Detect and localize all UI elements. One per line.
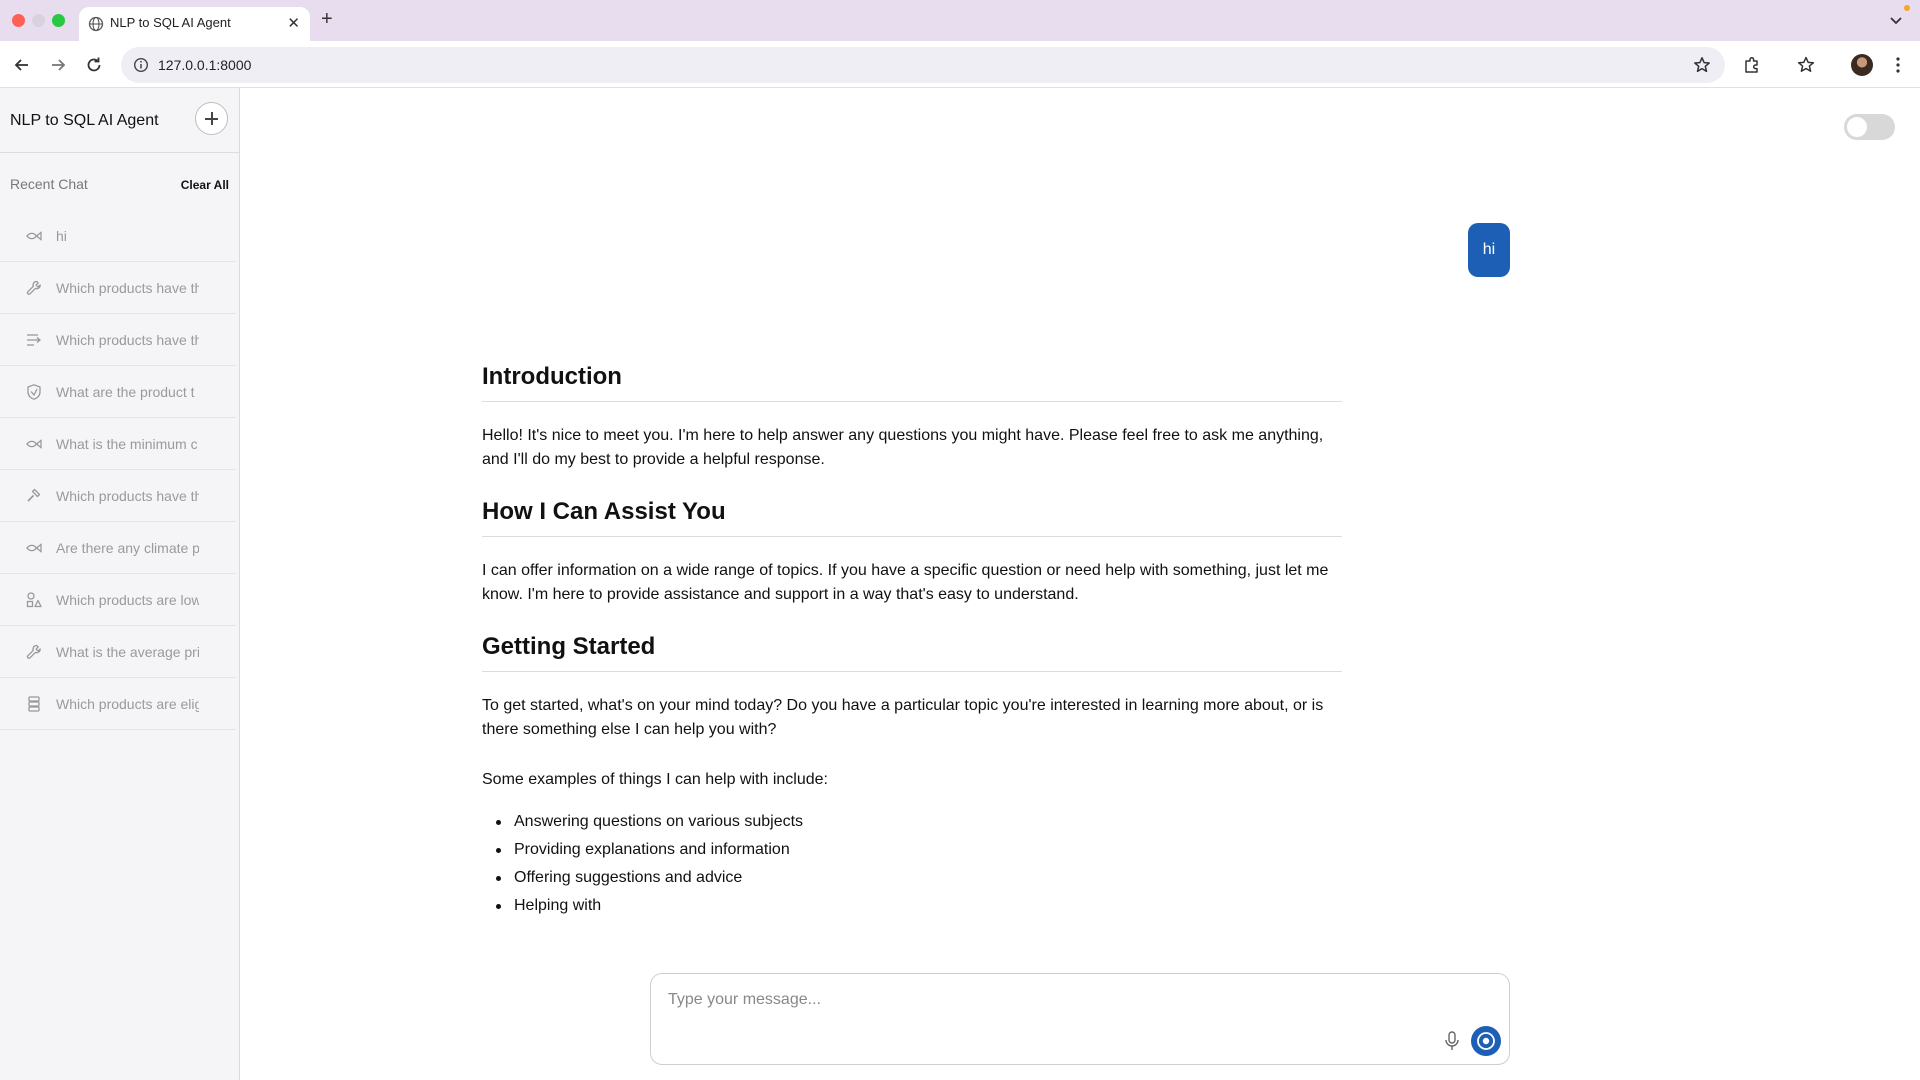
recent-chat-list: hi Which products have th Which products… <box>0 210 236 730</box>
sidebar: NLP to SQL AI Agent Recent Chat Clear Al… <box>0 88 240 1080</box>
theme-toggle[interactable] <box>1844 114 1895 140</box>
recent-chat-item[interactable]: Which products are low <box>0 574 236 626</box>
send-target-icon <box>1477 1032 1495 1050</box>
microphone-icon[interactable] <box>1442 1030 1462 1052</box>
list-item: Helping with <box>496 892 1342 920</box>
recent-chat-item[interactable]: Which products have th <box>0 470 236 522</box>
chat-item-label: Which products are elig <box>56 696 199 712</box>
back-arrow-icon[interactable] <box>12 55 32 75</box>
address-toolbar: 127.0.0.1:8000 <box>0 41 1920 88</box>
fish-icon <box>26 543 42 553</box>
hammer-icon <box>27 488 41 502</box>
globe-icon <box>88 16 104 32</box>
address-bar[interactable]: 127.0.0.1:8000 <box>121 47 1725 83</box>
assist-heading: How I Can Assist You <box>482 498 1342 537</box>
wrench-icon <box>26 280 41 295</box>
examples-intro: Some examples of things I can help with … <box>482 771 828 788</box>
shield-icon <box>27 384 41 400</box>
recent-chat-item[interactable]: Which products have th <box>0 262 236 314</box>
recent-chat-item[interactable]: hi <box>0 210 236 262</box>
new-chat-button[interactable] <box>195 102 228 135</box>
chat-item-label: What is the minimum c <box>56 436 198 452</box>
tab-title: NLP to SQL AI Agent <box>110 15 231 30</box>
recent-chat-item[interactable]: What are the product t <box>0 366 236 418</box>
profile-avatar[interactable] <box>1851 54 1873 76</box>
fish-icon <box>26 439 42 449</box>
send-button[interactable] <box>1471 1026 1501 1056</box>
chat-item-label: Which products are low <box>56 592 199 608</box>
wrench-icon <box>26 644 41 659</box>
shapes-icon <box>26 592 42 608</box>
user-message-bubble: hi <box>1468 223 1510 277</box>
extensions-icon[interactable] <box>1742 55 1762 75</box>
new-tab-button[interactable]: + <box>321 8 333 31</box>
recent-chat-item[interactable]: What is the minimum c <box>0 418 236 470</box>
bookmarks-icon[interactable] <box>1796 55 1816 75</box>
list-item: Answering questions on various subjects <box>496 808 1342 836</box>
app-title: NLP to SQL AI Agent <box>10 112 159 129</box>
fish-icon <box>26 231 42 241</box>
examples-list: Answering questions on various subjects … <box>496 808 1342 920</box>
chat-item-label: What are the product t <box>56 384 195 400</box>
recent-chat-item[interactable]: Are there any climate p <box>0 522 236 574</box>
recent-chat-item[interactable]: What is the average pri <box>0 626 236 678</box>
list-item: Offering suggestions and advice <box>496 864 1342 892</box>
message-composer <box>650 973 1510 1065</box>
url-text: 127.0.0.1:8000 <box>158 57 252 73</box>
clear-all-button[interactable]: Clear All <box>181 178 229 192</box>
recent-chat-header: Recent Chat Clear All <box>0 176 240 196</box>
start-text: To get started, what's on your mind toda… <box>482 697 1324 738</box>
notification-dot <box>1904 5 1910 11</box>
close-tab-icon[interactable]: ✕ <box>287 14 300 32</box>
chat-item-label: Which products have th <box>56 488 199 504</box>
sidebar-header: NLP to SQL AI Agent <box>0 88 240 153</box>
reload-icon[interactable] <box>84 55 104 75</box>
chat-item-label: Which products have th <box>56 332 199 348</box>
bookmark-star-icon[interactable] <box>1693 56 1711 74</box>
browser-tab-bar: NLP to SQL AI Agent ✕ + <box>0 0 1920 41</box>
site-info-icon[interactable] <box>133 57 149 73</box>
recent-chat-item[interactable]: Which products have th <box>0 314 236 366</box>
list-item: Providing explanations and information <box>496 836 1342 864</box>
chat-main: hi Introduction Hello! It's nice to meet… <box>241 88 1920 1080</box>
recent-chat-label: Recent Chat <box>10 176 88 192</box>
chat-item-label: Which products have th <box>56 280 199 296</box>
close-window-button[interactable] <box>12 14 25 27</box>
intro-heading: Introduction <box>482 363 1342 402</box>
chat-item-label: What is the average pri <box>56 644 199 660</box>
assistant-response: Introduction Hello! It's nice to meet yo… <box>482 363 1342 920</box>
cube-stack-icon <box>28 696 40 712</box>
forward-arrow-icon[interactable] <box>48 55 68 75</box>
browser-tab[interactable]: NLP to SQL AI Agent ✕ <box>79 7 310 41</box>
minimize-window-button[interactable] <box>32 14 45 27</box>
start-heading: Getting Started <box>482 633 1342 672</box>
list-arrow-icon <box>27 334 42 346</box>
chevron-down-icon[interactable] <box>1888 12 1904 28</box>
chat-item-label: hi <box>56 228 67 244</box>
assist-text: I can offer information on a wide range … <box>482 562 1329 603</box>
intro-text: Hello! It's nice to meet you. I'm here t… <box>482 427 1324 468</box>
more-options-icon[interactable] <box>1888 55 1908 75</box>
message-input[interactable] <box>668 988 1448 1012</box>
chat-item-label: Are there any climate p <box>56 540 199 556</box>
maximize-window-button[interactable] <box>52 14 65 27</box>
recent-chat-item[interactable]: Which products are elig <box>0 678 236 730</box>
